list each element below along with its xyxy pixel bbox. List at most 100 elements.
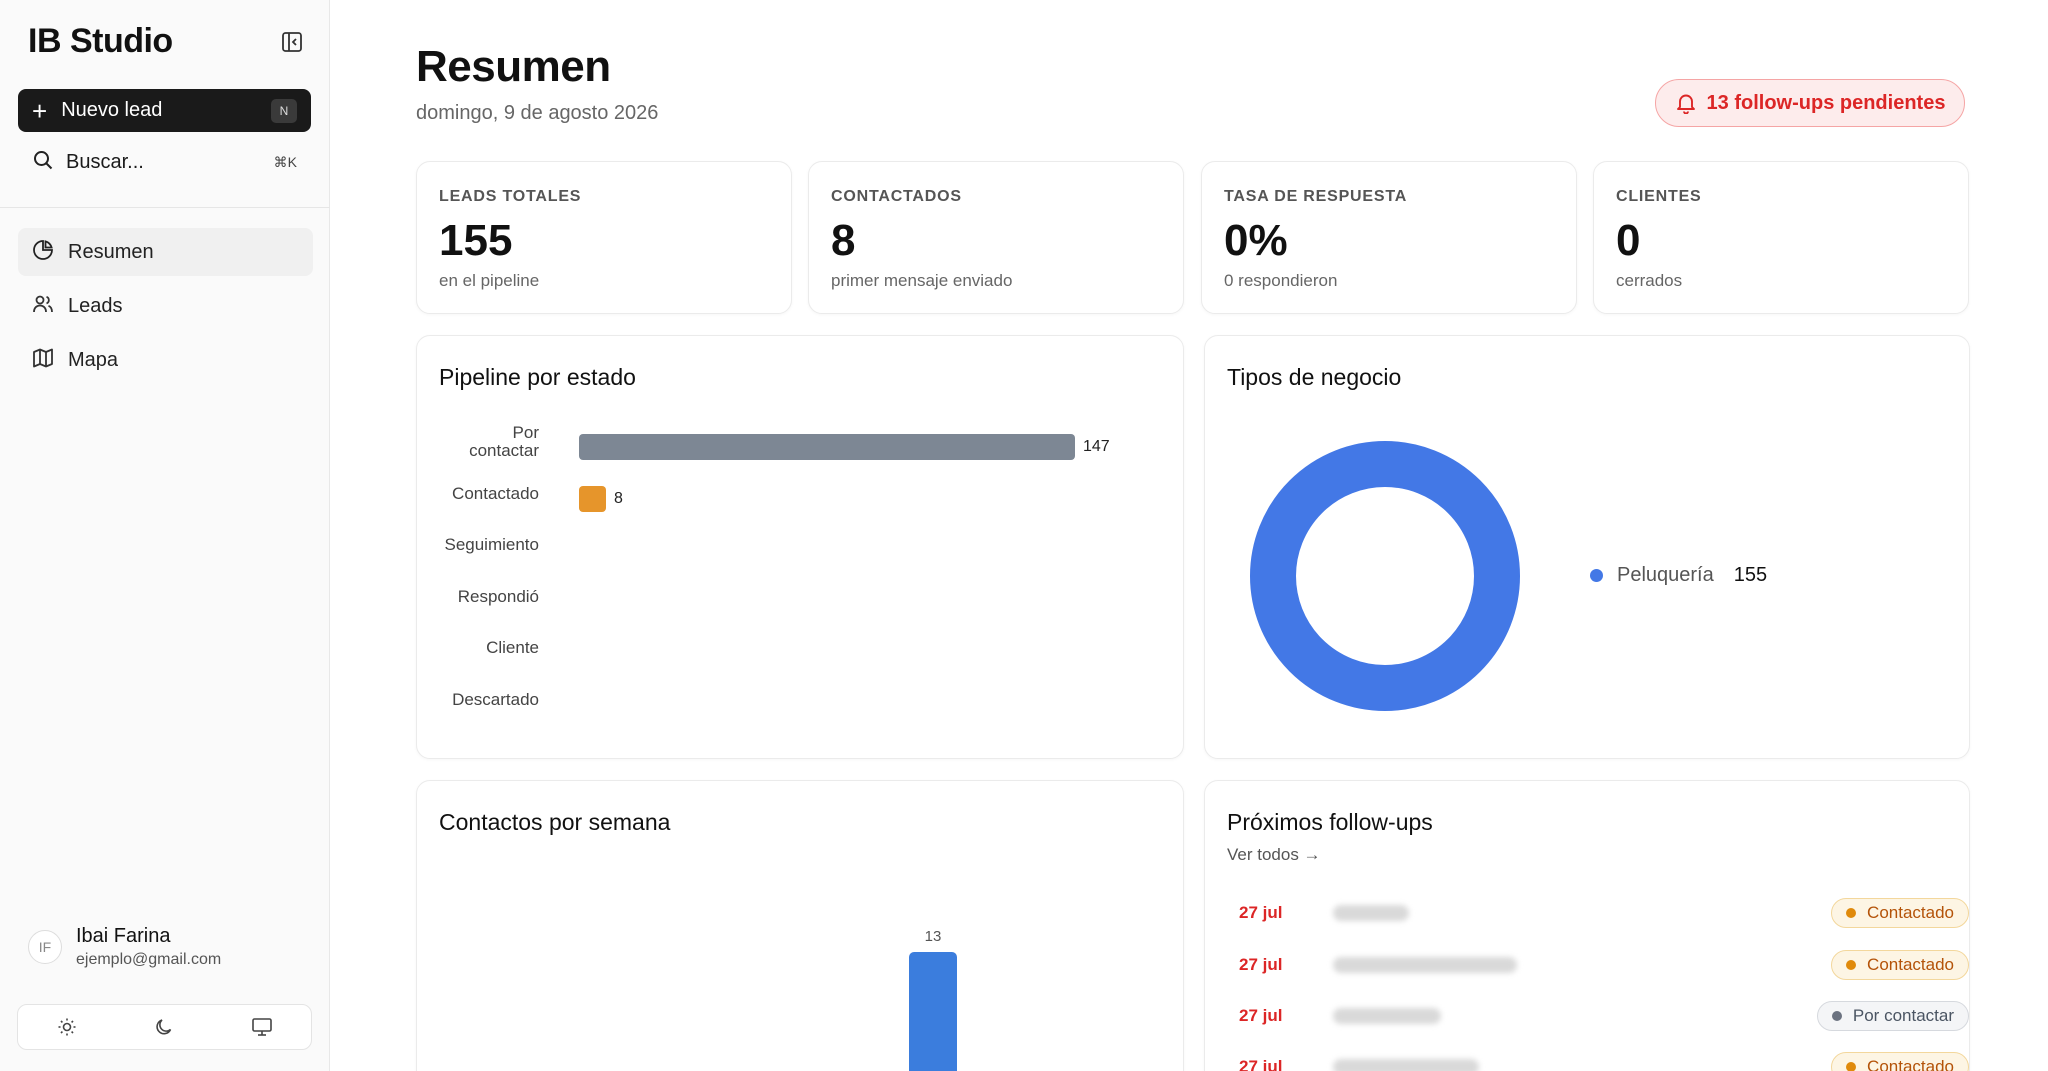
followups-title: Próximos follow-ups bbox=[1227, 809, 1433, 835]
followup-date: 27 jul bbox=[1239, 903, 1283, 922]
sidebar: IB Studio + Nuevo lead N Buscar... ⌘K Re… bbox=[0, 0, 330, 1071]
followup-name-blurred bbox=[1333, 1059, 1479, 1071]
pipeline-bar-value: 147 bbox=[1083, 438, 1110, 455]
stat-sub: 0 respondieron bbox=[1224, 271, 1338, 290]
stat-card-leads-totales: LEADS TOTALES 155 en el pipeline bbox=[416, 161, 792, 314]
sidebar-item-label: Leads bbox=[68, 294, 123, 317]
weekly-contacts-title: Contactos por semana bbox=[439, 809, 671, 835]
user-email: ejemplo@gmail.com bbox=[76, 951, 222, 968]
pipeline-row: Respondió bbox=[417, 576, 1117, 616]
pipeline-bar bbox=[579, 434, 1075, 460]
legend-dot bbox=[1590, 569, 1603, 582]
bell-icon bbox=[1676, 94, 1695, 114]
stat-sub: cerrados bbox=[1616, 271, 1683, 290]
legend-label: Peluquería bbox=[1617, 564, 1714, 586]
followups-card: Próximos follow-ups Ver todos → 27 jul C… bbox=[1204, 780, 1970, 1071]
status-badge: Contactado bbox=[1831, 950, 1969, 980]
status-badge: Contactado bbox=[1831, 898, 1969, 928]
moon-icon[interactable] bbox=[144, 1010, 184, 1044]
pending-followups-label: 13 follow-ups pendientes bbox=[1706, 91, 1946, 114]
sidebar-item-leads[interactable]: Leads bbox=[18, 282, 313, 330]
followup-name-blurred bbox=[1333, 905, 1409, 921]
page-title: Resumen bbox=[416, 42, 611, 91]
sidebar-item-resumen[interactable]: Resumen bbox=[18, 228, 313, 276]
status-badge: Por contactar bbox=[1816, 1001, 1969, 1031]
stat-value: 0% bbox=[1224, 216, 1288, 265]
stat-sub: primer mensaje enviado bbox=[831, 271, 1013, 290]
weekly-contacts-card: Contactos por semana 13 bbox=[416, 780, 1184, 1071]
pipeline-row: Contactado 8 bbox=[417, 473, 1117, 513]
stat-label: CLIENTES bbox=[1616, 188, 1702, 205]
sidebar-nav: Resumen Leads Mapa bbox=[18, 228, 313, 390]
followup-row[interactable]: 27 jul Por contactar bbox=[1227, 998, 1969, 1034]
pipeline-bar-value: 8 bbox=[613, 489, 623, 507]
new-lead-button[interactable]: + Nuevo lead N bbox=[18, 89, 311, 132]
pipeline-row: Seguimiento bbox=[417, 524, 1117, 564]
pie-chart-icon bbox=[32, 239, 54, 266]
stat-sub: en el pipeline bbox=[439, 271, 540, 290]
pipeline-category-label: Descartado bbox=[452, 689, 539, 709]
pipeline-category-label: Respondió bbox=[457, 586, 539, 606]
stat-value: 8 bbox=[831, 216, 856, 265]
business-types-card: Tipos de negocio Peluquería 155 bbox=[1204, 335, 1970, 759]
user-profile[interactable]: IF Ibai Farina ejemplo@gmail.com bbox=[28, 925, 221, 969]
sidebar-collapse-icon[interactable] bbox=[281, 31, 303, 53]
followup-row[interactable]: 27 jul Contactado bbox=[1227, 1049, 1969, 1071]
stat-label: TASA DE RESPUESTA bbox=[1224, 188, 1408, 205]
map-icon bbox=[32, 347, 54, 374]
pipeline-category-label: Por contactar bbox=[469, 423, 539, 460]
business-types-title: Tipos de negocio bbox=[1227, 364, 1402, 390]
followup-name-blurred bbox=[1333, 957, 1517, 973]
see-all-link[interactable]: Ver todos → bbox=[1227, 845, 1321, 865]
pipeline-bar bbox=[579, 485, 606, 512]
new-lead-shortcut: N bbox=[271, 98, 297, 123]
sidebar-divider bbox=[0, 207, 330, 208]
page-date: domingo, 9 de agosto 2026 bbox=[416, 102, 659, 124]
followup-name-blurred bbox=[1333, 1008, 1441, 1024]
business-types-legend: Peluquería 155 bbox=[1590, 564, 1767, 587]
pipeline-category-label: Cliente bbox=[486, 638, 539, 657]
followup-date: 27 jul bbox=[1239, 955, 1283, 974]
search-label: Buscar... bbox=[66, 150, 144, 173]
followup-date: 27 jul bbox=[1239, 1006, 1283, 1025]
sun-icon[interactable] bbox=[47, 1010, 87, 1044]
weekly-bar-value: 13 bbox=[924, 928, 942, 945]
pending-followups-button[interactable]: 13 follow-ups pendientes bbox=[1655, 79, 1965, 127]
pipeline-category-label: Contactado bbox=[452, 483, 539, 503]
sidebar-item-label: Resumen bbox=[68, 240, 154, 263]
stat-value: 155 bbox=[439, 216, 513, 265]
stat-label: LEADS TOTALES bbox=[439, 188, 582, 205]
stat-card-clientes: CLIENTES 0 cerrados bbox=[1593, 161, 1969, 314]
monitor-icon[interactable] bbox=[242, 1010, 282, 1044]
pipeline-title: Pipeline por estado bbox=[439, 364, 636, 390]
stat-value: 0 bbox=[1616, 216, 1641, 265]
weekly-bar bbox=[909, 952, 957, 1071]
pipeline-card: Pipeline por estado Por contactar 147 Conta… bbox=[416, 335, 1184, 759]
followup-row[interactable]: 27 jul Contactado bbox=[1227, 947, 1969, 983]
sidebar-item-mapa[interactable]: Mapa bbox=[18, 336, 313, 384]
stat-card-contactados: CONTACTADOS 8 primer mensaje enviado bbox=[808, 161, 1184, 314]
search-button[interactable]: Buscar... ⌘K bbox=[18, 142, 311, 182]
pipeline-row: Descartado bbox=[417, 679, 1117, 719]
donut-slice bbox=[1250, 441, 1520, 711]
new-lead-label: Nuevo lead bbox=[61, 99, 163, 121]
pipeline-row: Cliente bbox=[417, 627, 1117, 667]
plus-icon: + bbox=[32, 95, 48, 126]
users-icon bbox=[32, 293, 54, 320]
brand-logo: IB Studio bbox=[28, 22, 173, 60]
stat-label: CONTACTADOS bbox=[831, 188, 962, 205]
sidebar-item-label: Mapa bbox=[68, 348, 119, 371]
user-name: Ibai Farina bbox=[76, 925, 171, 947]
avatar: IF bbox=[28, 930, 62, 964]
pipeline-row: Por contactar 147 bbox=[417, 421, 1117, 461]
search-icon bbox=[32, 149, 54, 176]
followup-date: 27 jul bbox=[1239, 1057, 1283, 1071]
status-badge: Contactado bbox=[1831, 1052, 1969, 1071]
followup-row[interactable]: 27 jul Contactado bbox=[1227, 895, 1969, 931]
business-types-donut bbox=[1250, 441, 1520, 711]
pipeline-category-label: Seguimiento bbox=[444, 535, 539, 554]
search-shortcut: ⌘K bbox=[273, 153, 297, 170]
main-content: Resumen domingo, 9 de agosto 2026 13 fol… bbox=[330, 0, 2048, 1071]
stat-card-tasa-respuesta: TASA DE RESPUESTA 0% 0 respondieron bbox=[1201, 161, 1577, 314]
theme-switcher bbox=[17, 1004, 312, 1050]
